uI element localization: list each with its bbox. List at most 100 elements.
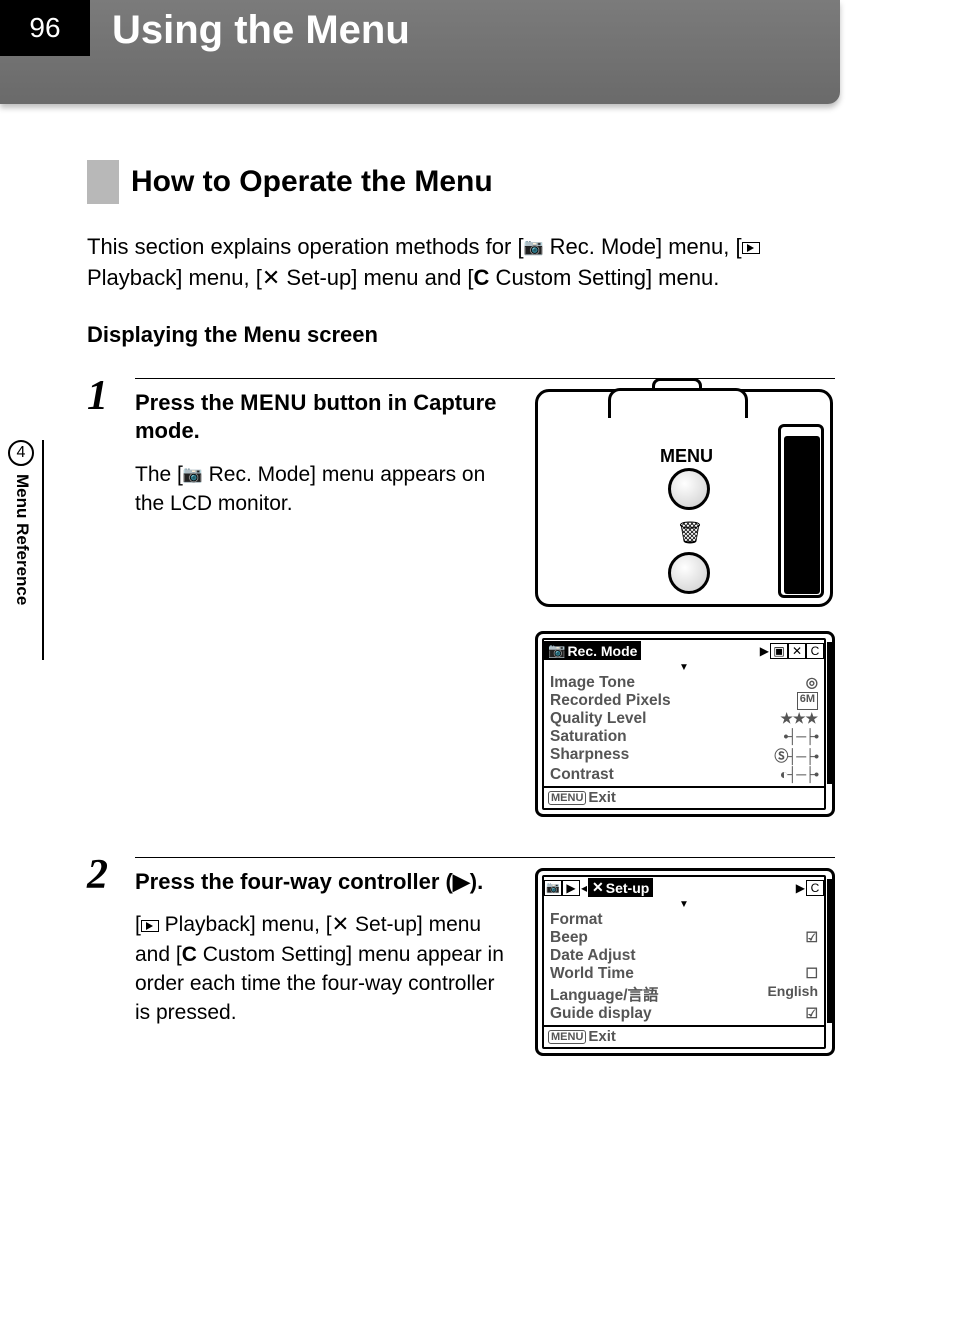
menu-button <box>668 468 710 510</box>
menu-row: Saturation•┤─├• <box>548 728 820 746</box>
menu-row: Contrast ◐┤─├• <box>548 766 820 784</box>
text: Set-up] menu and [ <box>280 265 473 290</box>
menu-row: Language/言語 English <box>548 983 820 1005</box>
text: Playback] menu, [ <box>159 913 332 936</box>
playback-icon <box>742 242 760 254</box>
step-1: 1 Press the MENU button in Capture mode.… <box>87 378 835 817</box>
arrow-right-icon: ▶ <box>760 644 769 658</box>
item-label: Date Adjust <box>550 947 636 965</box>
item-label: World Time <box>550 965 634 983</box>
step-description: [ Playback] menu, [✕ Set-up] menu and [C… <box>135 910 515 1028</box>
camera-illustration: MENU 🗑 <box>535 389 833 607</box>
camera-top-plate <box>608 388 748 418</box>
item-label: Image Tone <box>550 674 635 692</box>
camera-icon: 📷 <box>548 642 565 659</box>
camera-icon: 📷 <box>524 239 544 256</box>
menu-items: ▼ Format Beep ☑ Date Adjust World Time ☐ L… <box>544 899 824 1025</box>
text: This section explains operation methods … <box>87 234 524 259</box>
menu-row: World Time ☐ <box>548 965 820 983</box>
custom-icon: C <box>182 943 197 966</box>
menu-row: Recorded Pixels 6M <box>548 692 820 710</box>
item-label: Sharpness <box>550 746 629 766</box>
scroll-down-icon: ▼ <box>548 901 820 911</box>
page-number: 96 <box>0 0 90 56</box>
step-2: 2 Press the four-way controller (▶). [ P… <box>87 857 835 1056</box>
item-value: ◐┤─├• <box>780 766 818 784</box>
arrow-left-icon: ◂ <box>581 881 587 895</box>
tab-indicators: ▶ C <box>795 880 824 896</box>
text: Custom Setting] menu. <box>489 265 719 290</box>
item-value: Ⓢ┤─├• <box>774 746 818 766</box>
text: Playback] menu, [ <box>87 265 262 290</box>
item-label: Guide display <box>550 1005 652 1023</box>
item-label: Beep <box>550 929 588 947</box>
lcd-rec-mode: 📷Rec. Mode ▶ ▣ ✕ C ▼ Image Tone <box>535 631 835 817</box>
playback-tab-icon: ▶ <box>562 880 580 896</box>
wrench-icon: ✕ <box>592 879 604 896</box>
item-value: ☑ <box>805 1005 818 1023</box>
playback-tab-icon: ▣ <box>770 643 788 659</box>
step-heading: Press the MENU button in Capture mode. <box>135 389 515 446</box>
step-number: 2 <box>87 851 108 899</box>
menu-row: Image Tone ◎ <box>548 674 820 692</box>
scrollbar <box>827 879 833 1023</box>
text: The [ <box>135 463 183 486</box>
item-label: Contrast <box>550 766 614 784</box>
playback-icon <box>141 920 159 932</box>
item-label: Language/言語 <box>550 983 659 1005</box>
footer-label: Exit <box>588 1028 616 1045</box>
menu-row: Beep ☑ <box>548 929 820 947</box>
arrow-right-icon: ▶ <box>796 881 805 895</box>
camera-icon: 📷 <box>183 466 203 483</box>
menu-row: Quality Level★★★ <box>548 710 820 728</box>
footer-label: Exit <box>588 789 616 806</box>
tab-label: Rec. Mode <box>567 643 637 659</box>
item-label: Quality Level <box>550 710 646 728</box>
lcd-setup: 📷 ▶ ◂ ✕ Set-up ▶ C <box>535 868 835 1056</box>
side-tab-label: Menu Reference <box>12 474 32 605</box>
item-value: ☐ <box>805 965 818 983</box>
menu-badge: MENU <box>548 1030 586 1044</box>
trash-icon: 🗑 <box>676 520 704 546</box>
item-value: 6M <box>797 692 818 710</box>
text: Press the <box>135 390 240 415</box>
delete-button <box>668 552 710 594</box>
menu-footer: MENUExit <box>544 1025 824 1047</box>
active-tab: 📷Rec. Mode <box>544 641 641 660</box>
active-tab: ✕ Set-up <box>588 878 653 897</box>
menu-button-label: MENU <box>660 446 713 467</box>
wrench-icon: ✕ <box>262 265 280 290</box>
menu-footer: MENUExit <box>544 786 824 808</box>
intro-paragraph: This section explains operation methods … <box>87 232 835 294</box>
scroll-down-icon: ▼ <box>548 664 820 674</box>
menu-badge: MENU <box>548 791 586 805</box>
item-value: English <box>767 983 818 1005</box>
menu-row: Date Adjust <box>548 947 820 965</box>
side-tab: 4 Menu Reference <box>0 440 44 660</box>
wrench-icon: ✕ <box>332 913 350 936</box>
lcd-tabs: 📷 ▶ ◂ ✕ Set-up ▶ C <box>544 877 824 899</box>
custom-icon: C <box>474 265 490 290</box>
tab-label: Set-up <box>606 880 650 896</box>
item-value: ◎ <box>806 674 818 692</box>
custom-tab-icon: C <box>806 643 824 659</box>
item-label: Format <box>550 911 603 929</box>
menu-row: Guide display ☑ <box>548 1005 820 1023</box>
setup-tab-icon: ✕ <box>788 643 806 659</box>
step-number: 1 <box>87 372 108 420</box>
subheading: Displaying the Menu screen <box>87 322 835 348</box>
menu-items: ▼ Image Tone ◎ Recorded Pixels 6M Quality … <box>544 662 824 786</box>
step-description: The [📷 Rec. Mode] menu appears on the LC… <box>135 460 515 519</box>
section-title: How to Operate the Menu <box>131 165 493 199</box>
item-value: ☑ <box>805 929 818 947</box>
chapter-title: Using the Menu <box>112 8 410 53</box>
menu-word: MENU <box>240 390 307 415</box>
text: Rec. Mode] menu, [ <box>543 234 741 259</box>
tab-indicators: ▶ ▣ ✕ C <box>759 643 824 659</box>
chapter-number-circle: 4 <box>8 440 34 466</box>
item-label: Recorded Pixels <box>550 692 671 710</box>
camera-grip-fill <box>784 436 820 594</box>
rec-tab-icon: 📷 <box>544 880 562 896</box>
section: How to Operate the Menu This section exp… <box>87 160 835 1096</box>
heading-accent-bar <box>87 160 119 204</box>
